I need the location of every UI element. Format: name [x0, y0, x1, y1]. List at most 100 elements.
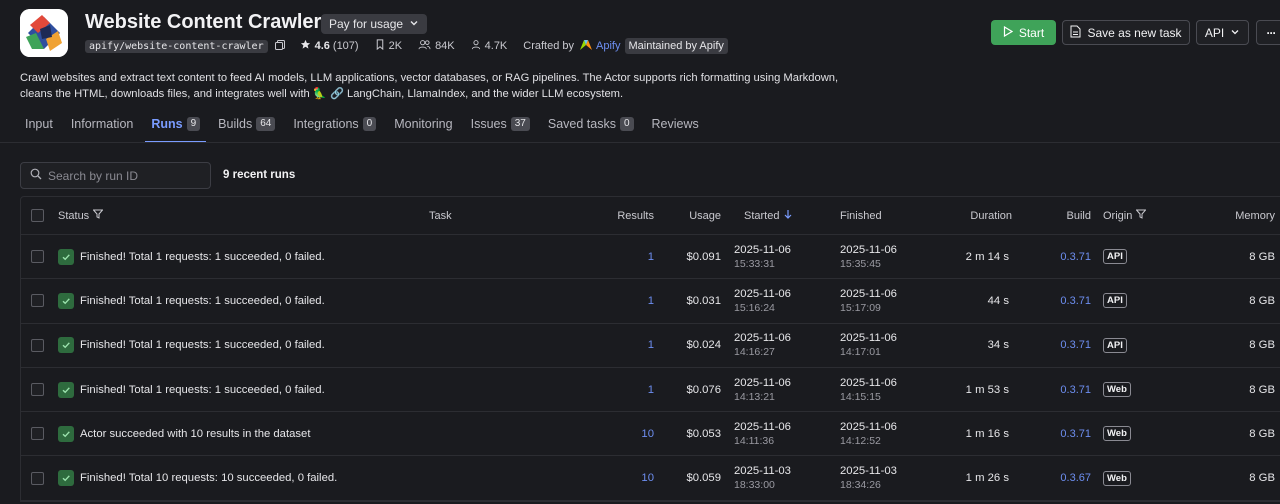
success-check-icon [58, 292, 74, 309]
run-build-link[interactable]: 0.3.71 [1060, 384, 1091, 396]
success-check-icon [58, 337, 74, 354]
start-button[interactable]: Start [991, 20, 1056, 45]
link-icon: 🔗 [329, 88, 344, 100]
run-build-link[interactable]: 0.3.71 [1060, 251, 1091, 263]
run-memory: 8 GB [1249, 339, 1275, 352]
success-check-icon [58, 248, 74, 265]
col-started[interactable]: Started [744, 197, 792, 234]
run-memory: 8 GB [1249, 294, 1275, 307]
tab-builds[interactable]: Builds 64 [218, 117, 276, 143]
play-icon [1003, 25, 1013, 40]
run-results-link[interactable]: 1 [648, 295, 654, 307]
row-checkbox[interactable] [31, 383, 44, 397]
more-icon: ··· [1266, 25, 1277, 40]
row-checkbox[interactable] [31, 294, 44, 308]
chevron-down-icon [409, 17, 419, 31]
copy-icon[interactable] [274, 39, 286, 54]
monthly-users-count: 4.7K [484, 40, 508, 52]
run-status[interactable]: Finished! Total 1 requests: 1 succeeded,… [80, 251, 325, 263]
apify-logo-icon [580, 39, 593, 53]
run-origin-badge: Web [1103, 426, 1131, 442]
pricing-dropdown[interactable]: Pay for usage [321, 14, 428, 34]
col-origin[interactable]: Origin [1103, 197, 1147, 234]
runs-count: 9 [186, 117, 201, 131]
row-checkbox[interactable] [31, 338, 44, 352]
tab-issues[interactable]: Issues 37 [471, 117, 530, 143]
tab-information[interactable]: Information [71, 117, 134, 143]
run-status[interactable]: Finished! Total 1 requests: 1 succeeded,… [80, 339, 325, 351]
table-body: Finished! Total 1 requests: 1 succeeded,… [21, 235, 1280, 501]
select-all-checkbox[interactable] [31, 209, 44, 222]
run-status[interactable]: Finished! Total 1 requests: 1 succeeded,… [80, 295, 325, 307]
filter-icon[interactable] [92, 209, 104, 222]
run-duration: 1 m 53 s [965, 383, 1009, 396]
run-status[interactable]: Actor succeeded with 10 results in the d… [80, 428, 310, 440]
run-duration: 34 s [987, 339, 1009, 352]
tab-runs[interactable]: Runs 9 [145, 117, 207, 143]
sort-down-icon [784, 209, 792, 222]
run-results-link[interactable]: 1 [648, 339, 654, 351]
col-status[interactable]: Status [58, 197, 104, 234]
col-memory: Memory [1235, 209, 1275, 222]
star-icon [300, 39, 311, 53]
user-icon [471, 39, 481, 53]
actor-logo [20, 9, 68, 57]
run-build-link[interactable]: 0.3.71 [1060, 295, 1091, 307]
row-checkbox[interactable] [31, 427, 44, 441]
filter-icon[interactable] [1135, 209, 1147, 222]
tab-saved-tasks[interactable]: Saved tasks 0 [548, 117, 634, 143]
tab-bar: Input Information Runs 9 Builds 64 Integra… [25, 117, 717, 143]
more-actions-button[interactable]: ··· [1256, 20, 1280, 45]
tab-integrations[interactable]: Integrations 0 [293, 117, 377, 143]
run-build-link[interactable]: 0.3.67 [1060, 472, 1091, 484]
table-row[interactable]: Finished! Total 1 requests: 1 succeeded,… [21, 324, 1280, 368]
col-finished: Finished [840, 209, 882, 222]
run-usage: $0.031 [686, 294, 721, 307]
recent-runs-count: 9 recent runs [223, 169, 296, 181]
save-label: Save as new task [1087, 25, 1182, 40]
crafted-by-label: Crafted by [523, 40, 575, 52]
search-input[interactable] [48, 168, 198, 183]
run-started: 2025-11-06 14:13:21 [734, 376, 791, 403]
col-build: Build [1066, 209, 1091, 222]
tab-monitoring[interactable]: Monitoring [394, 117, 452, 143]
run-started: 2025-11-03 18:33:00 [734, 465, 791, 492]
run-results-link[interactable]: 10 [641, 472, 654, 484]
row-checkbox[interactable] [31, 471, 44, 485]
table-header: Status Task Results Usage Started Finish… [21, 197, 1280, 235]
pricing-label: Pay for usage [329, 17, 404, 31]
run-finished: 2025-11-06 14:17:01 [840, 332, 897, 359]
table-row[interactable]: Actor succeeded with 10 results in the d… [21, 412, 1280, 457]
integrations-count: 0 [362, 117, 377, 131]
run-results-link[interactable]: 1 [648, 384, 654, 396]
users-icon [418, 39, 431, 53]
author-link[interactable]: Apify [596, 40, 620, 52]
tab-reviews[interactable]: Reviews [652, 117, 699, 143]
document-icon [1070, 25, 1081, 41]
table-row[interactable]: Finished! Total 1 requests: 1 succeeded,… [21, 279, 1280, 324]
save-task-button[interactable]: Save as new task [1062, 20, 1190, 45]
users-count: 84K [435, 40, 455, 52]
row-checkbox[interactable] [31, 250, 44, 264]
builds-count: 64 [256, 117, 276, 131]
run-build-link[interactable]: 0.3.71 [1060, 339, 1091, 351]
tab-input[interactable]: Input [25, 117, 53, 143]
run-results-link[interactable]: 1 [648, 251, 654, 263]
run-status[interactable]: Finished! Total 10 requests: 10 succeede… [80, 472, 337, 484]
table-row[interactable]: Finished! Total 1 requests: 1 succeeded,… [21, 235, 1280, 280]
table-row[interactable]: Finished! Total 1 requests: 1 succeeded,… [21, 368, 1280, 413]
table-row[interactable]: Finished! Total 10 requests: 10 succeede… [21, 456, 1280, 501]
run-results-link[interactable]: 10 [641, 428, 654, 440]
run-started: 2025-11-06 15:16:24 [734, 287, 791, 314]
run-build-link[interactable]: 0.3.71 [1060, 428, 1091, 440]
success-check-icon [58, 425, 74, 442]
search-box[interactable] [20, 162, 211, 189]
tabs-divider [0, 142, 1280, 143]
page-title: Website Content Crawler [85, 11, 322, 33]
run-status[interactable]: Finished! Total 1 requests: 1 succeeded,… [80, 384, 325, 396]
run-finished: 2025-11-06 15:35:45 [840, 243, 897, 270]
run-usage: $0.076 [686, 383, 721, 396]
run-duration: 1 m 16 s [965, 427, 1009, 440]
run-usage: $0.053 [686, 427, 721, 440]
api-dropdown-button[interactable]: API [1196, 20, 1249, 45]
